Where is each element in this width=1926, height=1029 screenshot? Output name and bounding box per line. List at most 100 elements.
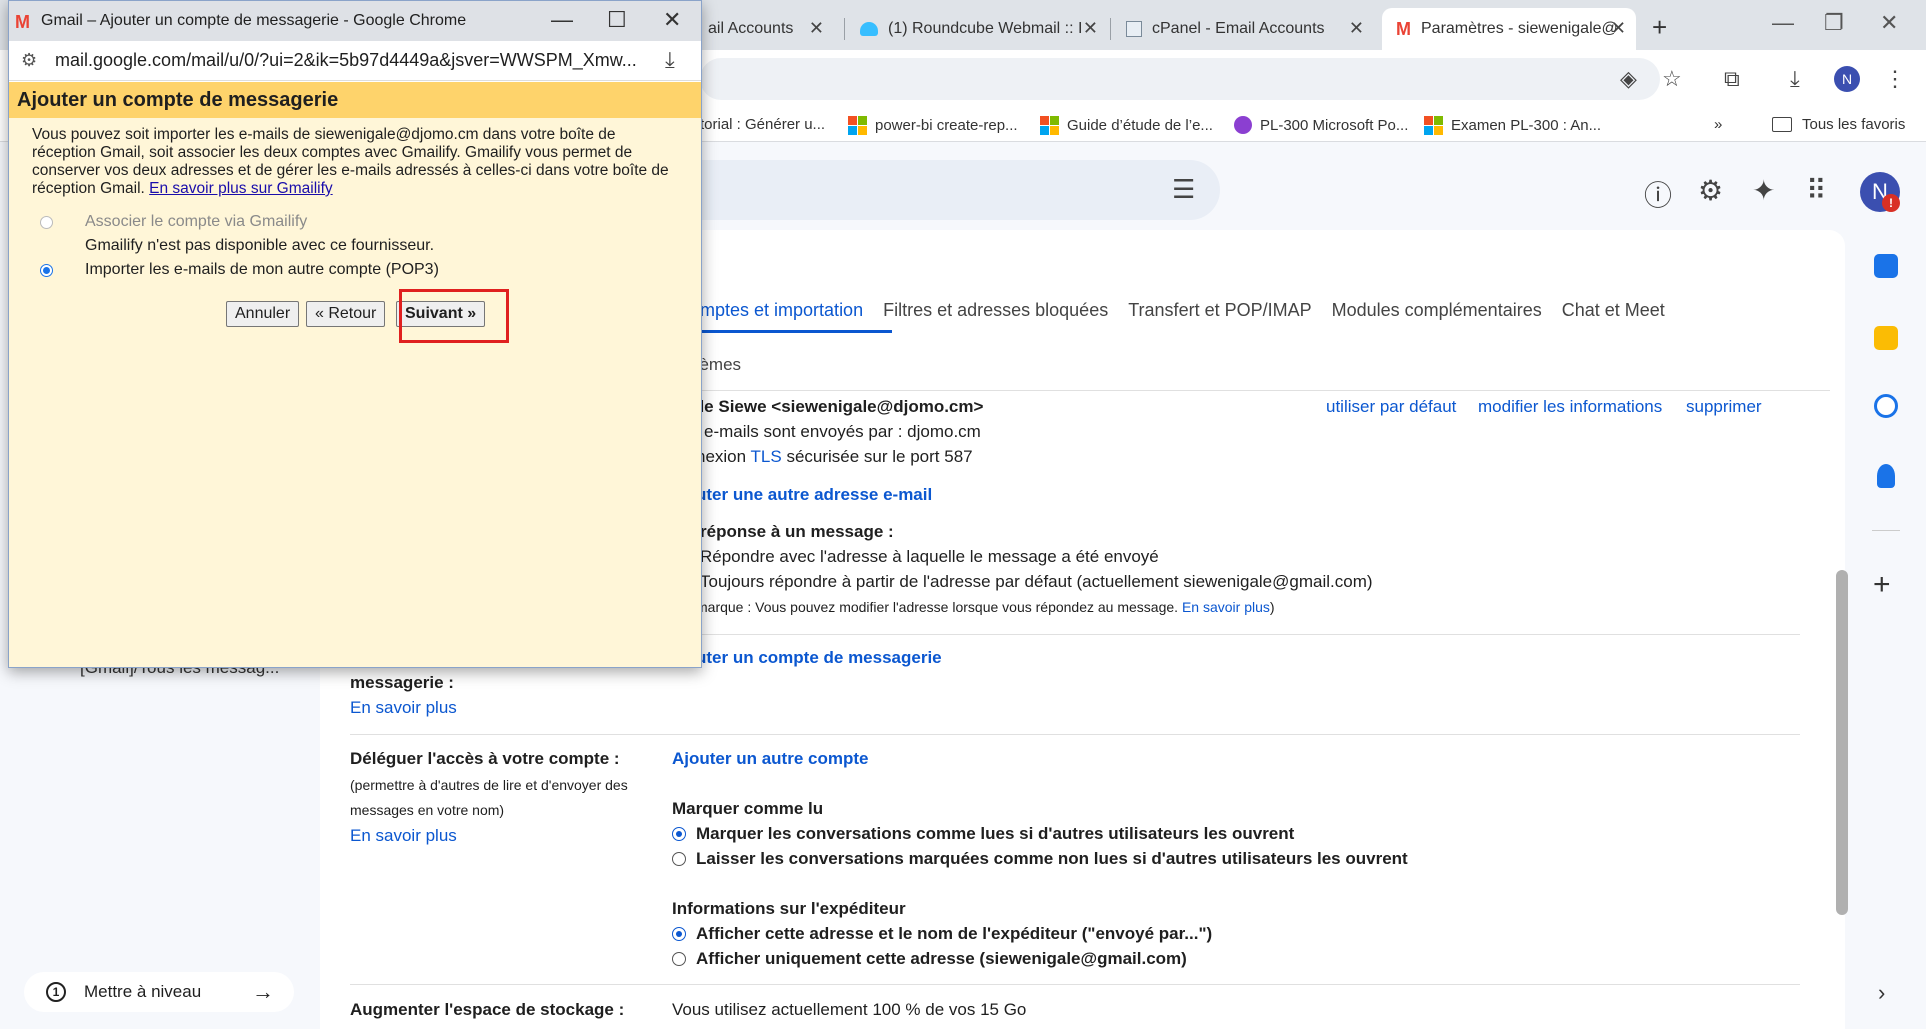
settings-gear-icon[interactable]: ⚙ (1698, 174, 1723, 207)
radio-selected[interactable] (672, 827, 686, 841)
chevron-right-icon[interactable]: › (1878, 980, 1885, 1006)
popup-window-title: Gmail – Ajouter un compte de messagerie … (41, 12, 467, 29)
back-button[interactable]: « Retour (306, 301, 386, 327)
radio-unselected[interactable] (672, 852, 686, 866)
cancel-button[interactable]: Annuler (226, 301, 300, 327)
browser-tab-cpanel[interactable]: cPanel - Email Accounts ✕ (1112, 8, 1374, 50)
browser-tab-roundcube[interactable]: (1) Roundcube Webmail :: I ✕ (846, 8, 1108, 50)
address-bar[interactable] (700, 58, 1660, 100)
sender-address: ale Siewe <siewenigale@djomo.cm> (690, 397, 984, 416)
divider (350, 734, 1800, 735)
download-icon[interactable]: ⤓ (665, 47, 675, 73)
tab-label: Paramètres - siewenigale@ (1421, 20, 1618, 37)
all-bookmarks[interactable]: Tous les favoris (1772, 116, 1905, 133)
bookmark-item[interactable]: power-bi create-rep... (848, 116, 1018, 135)
popup-address-bar[interactable]: ⚙ mail.google.com/mail/u/0/?ui=2&ik=5b97… (9, 41, 701, 81)
delete-link[interactable]: supprimer (1686, 397, 1762, 417)
calendar-icon[interactable] (1874, 254, 1898, 278)
reply-option-2[interactable]: Toujours répondre à partir de l'adresse … (700, 572, 1373, 592)
side-panel-divider (1872, 530, 1900, 531)
search-bar[interactable] (690, 160, 1220, 220)
new-tab-icon[interactable]: + (1652, 12, 1667, 43)
tab-addons[interactable]: Modules complémentaires (1332, 300, 1542, 321)
download-icon[interactable]: ⤓ (1790, 66, 1800, 92)
gmailify-learn-more-link[interactable]: En savoir plus sur Gmailify (149, 180, 332, 197)
use-default-link[interactable]: utiliser par défaut (1326, 397, 1456, 417)
sent-via-text: e-mails sont envoyés par : djomo.cm (704, 422, 981, 441)
tasks-icon[interactable] (1874, 394, 1898, 418)
alert-badge-icon: ! (1882, 194, 1900, 212)
bookmark-item[interactable]: Guide d’étude de l’e... (1040, 116, 1213, 135)
reply-heading: réponse à un message : (700, 522, 894, 541)
cpanel-icon (1126, 21, 1142, 37)
add-email-address-link[interactable]: uter une autre adresse e-mail (696, 485, 932, 505)
upgrade-button[interactable]: 1 Mettre à niveau → (24, 972, 294, 1012)
info-number-icon: 1 (46, 982, 66, 1002)
next-button-highlight (399, 289, 509, 343)
browser-tab-gmail-settings[interactable]: M Paramètres - siewenigale@ ✕ (1382, 8, 1636, 50)
help-icon[interactable]: ⓘ (1644, 174, 1672, 214)
bookmark-item[interactable]: torial : Générer u... (700, 116, 825, 133)
bookmark-item[interactable]: PL-300 Microsoft Po... (1234, 116, 1408, 134)
gmail-icon: M (1396, 18, 1411, 39)
scrollbar-thumb[interactable] (1836, 570, 1848, 915)
minimize-icon[interactable]: — (1772, 10, 1794, 36)
close-icon[interactable]: ✕ (1349, 18, 1364, 39)
reply-note: marque : Vous pouvez modifier l'adresse … (696, 599, 1275, 615)
storage-heading: Augmenter l'espace de stockage : (350, 1000, 625, 1019)
popup-heading: Ajouter un compte de messagerie (17, 89, 339, 111)
close-icon[interactable]: ✕ (809, 18, 824, 39)
extensions-icon[interactable]: ⧉ (1724, 66, 1740, 92)
close-window-icon[interactable]: ✕ (1880, 10, 1898, 36)
popup-body: Vous pouvez soit importer les e-mails de… (9, 118, 701, 667)
sender-info-option-1[interactable]: Afficher cette adresse et le nom de l'ex… (672, 924, 1212, 944)
mark-read-option-1[interactable]: Marquer les conversations comme lues si … (672, 824, 1294, 844)
maximize-icon[interactable]: ☐ (607, 7, 627, 33)
add-mail-account-link[interactable]: uter un compte de messagerie (696, 648, 942, 668)
tls-link[interactable]: TLS (751, 447, 782, 466)
radio-selected[interactable] (672, 927, 686, 941)
learn-more-link[interactable]: En savoir plus (350, 826, 457, 846)
tab-chat-meet[interactable]: Chat et Meet (1562, 300, 1665, 321)
popup-intro: Vous pouvez soit importer les e-mails de… (32, 126, 669, 197)
menu-kebab-icon[interactable]: ⋮ (1884, 66, 1906, 92)
bookmark-item[interactable]: Examen PL-300 : An... (1424, 116, 1601, 135)
site-info-icon[interactable]: ⚙ (21, 50, 37, 71)
radio-unselected[interactable] (672, 952, 686, 966)
add-other-account-link[interactable]: Ajouter un autre compte (672, 749, 868, 769)
bookmark-circle-icon (1234, 116, 1252, 134)
contacts-icon[interactable] (1877, 464, 1895, 488)
bookmarks-overflow-icon[interactable]: » (1714, 116, 1722, 133)
tab-filters[interactable]: Filtres et adresses bloquées (883, 300, 1108, 321)
keep-icon[interactable] (1874, 326, 1898, 350)
gmail-icon: M (15, 12, 30, 32)
close-icon[interactable]: ✕ (1083, 18, 1098, 39)
divider (690, 634, 1800, 635)
gemini-sparkle-icon[interactable]: ✦ (1752, 174, 1775, 207)
learn-more-link[interactable]: En savoir plus (350, 698, 457, 718)
delegate-heading: Déléguer l'accès à votre compte : (350, 749, 620, 768)
sender-info-option-2[interactable]: Afficher uniquement cette adresse (siewe… (672, 949, 1187, 969)
pop3-radio[interactable] (40, 264, 53, 277)
search-options-icon[interactable]: ☰ (1172, 174, 1195, 205)
star-icon[interactable]: ☆ (1662, 66, 1682, 92)
restore-icon[interactable]: ❐ (1824, 10, 1844, 36)
reply-option-1[interactable]: Répondre avec l'adresse à laquelle le me… (700, 547, 1159, 567)
close-icon[interactable]: ✕ (1611, 18, 1626, 39)
minimize-icon[interactable]: — (551, 7, 573, 33)
get-addons-icon[interactable]: + (1873, 568, 1891, 602)
apps-grid-icon[interactable]: ⠿ (1806, 174, 1827, 207)
edit-info-link[interactable]: modifier les informations (1478, 397, 1662, 417)
extension-diamond-icon[interactable]: ◈ (1620, 66, 1637, 92)
browser-tab-accounts[interactable]: ail Accounts ✕ (694, 8, 834, 50)
profile-avatar[interactable]: N (1834, 66, 1860, 92)
delegate-description: messages en votre nom) (350, 802, 505, 818)
popup-url: mail.google.com/mail/u/0/?ui=2&ik=5b97d4… (55, 50, 637, 70)
mark-read-option-2[interactable]: Laisser les conversations marquées comme… (672, 849, 1408, 869)
learn-more-link[interactable]: En savoir plus (1182, 599, 1270, 615)
tab-accounts-import[interactable]: omptes et importation (690, 300, 863, 321)
close-icon[interactable]: ✕ (663, 7, 681, 33)
pop3-option-label[interactable]: Importer les e-mails de mon autre compte… (85, 261, 439, 279)
sender-info-heading: Informations sur l'expéditeur (672, 899, 906, 918)
tab-forwarding[interactable]: Transfert et POP/IMAP (1128, 300, 1311, 321)
